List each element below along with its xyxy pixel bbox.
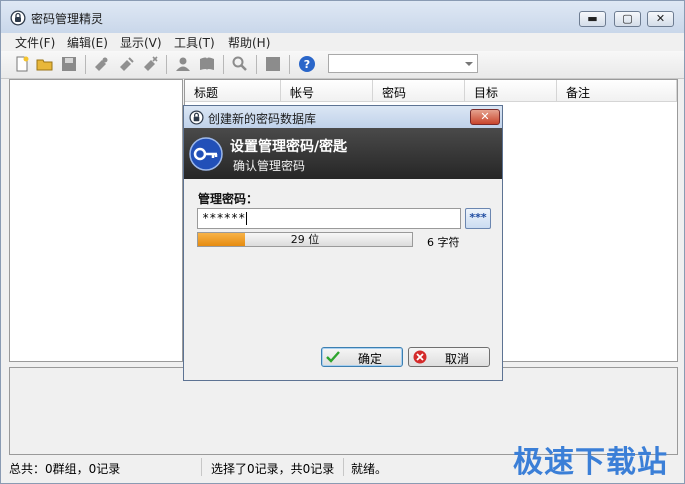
- dialog-close-button[interactable]: ✕: [470, 109, 500, 125]
- close-button[interactable]: ✕: [647, 11, 674, 27]
- menu-file[interactable]: 文件(F): [15, 34, 55, 51]
- column-header-account[interactable]: 帐号: [281, 80, 373, 102]
- toolbar: ?: [1, 51, 684, 79]
- status-state-text: 就绪。: [351, 462, 388, 476]
- column-label: 备注: [566, 86, 591, 100]
- status-selection-text: 选择了0记录，共0记录: [211, 462, 335, 476]
- minimize-button[interactable]: ▬: [579, 11, 606, 27]
- password-value: ******: [202, 211, 246, 225]
- banner-title: 设置管理密码/密匙: [230, 139, 348, 155]
- menu-view[interactable]: 显示(V): [120, 34, 162, 51]
- column-label: 标题: [194, 86, 219, 100]
- add-entry-icon[interactable]: [92, 55, 110, 73]
- window-title: 密码管理精灵: [31, 12, 104, 26]
- status-summary-text: 总共：0群组，0记录: [9, 462, 121, 476]
- main-window: 密码管理精灵 ▬ ▢ ✕ 文件(F) 编辑(E) 显示(V) 工具(T) 帮助(…: [0, 0, 685, 484]
- user-icon[interactable]: [174, 55, 192, 73]
- status-summary: 总共：0群组，0记录: [1, 458, 202, 476]
- close-icon: ✕: [480, 110, 490, 123]
- cancel-label: 取消: [445, 352, 470, 366]
- menu-edit[interactable]: 编辑(E): [67, 34, 108, 51]
- dialog-title-bar: 创建新的密码数据库 ✕: [184, 106, 502, 128]
- create-database-dialog: 创建新的密码数据库 ✕ 设置管理密码/密匙 确认管理密码 管理密码： *****…: [183, 105, 503, 381]
- minimize-icon: ▬: [587, 12, 598, 25]
- quality-text: 29 位: [290, 233, 320, 246]
- help-icon[interactable]: ?: [298, 55, 316, 73]
- column-header-password[interactable]: 密码: [373, 80, 465, 102]
- column-label: 目标: [474, 86, 499, 100]
- password-input[interactable]: ******: [197, 208, 461, 229]
- column-header-title[interactable]: 标题: [185, 80, 281, 102]
- lock-icon: [189, 110, 204, 125]
- toolbar-separator: [223, 55, 224, 74]
- dialog-title: 创建新的密码数据库: [208, 112, 317, 126]
- dialog-banner: 设置管理密码/密匙 确认管理密码: [184, 128, 502, 179]
- close-icon: ✕: [655, 12, 666, 25]
- column-label: 密码: [382, 86, 407, 100]
- watermark: 极速下载站: [513, 445, 668, 480]
- status-state: 就绪。: [343, 458, 503, 476]
- key-icon: [189, 137, 223, 171]
- maximize-button[interactable]: ▢: [614, 11, 641, 27]
- show-password-button[interactable]: ***: [465, 208, 491, 229]
- quick-search-combo[interactable]: [328, 54, 478, 73]
- char-count: 6 字符: [427, 236, 460, 249]
- cancel-icon: [413, 350, 427, 364]
- menu-bar: 文件(F) 编辑(E) 显示(V) 工具(T) 帮助(H): [1, 33, 684, 51]
- delete-entry-icon[interactable]: [141, 55, 159, 73]
- toolbar-separator: [289, 55, 290, 74]
- new-file-icon[interactable]: [13, 55, 31, 73]
- maximize-icon: ▢: [622, 12, 633, 25]
- lock-icon: [10, 10, 26, 26]
- group-tree[interactable]: [9, 79, 183, 362]
- toolbar-separator: [85, 55, 86, 74]
- text-caret: [246, 212, 248, 225]
- search-icon[interactable]: [231, 55, 249, 73]
- column-header-target[interactable]: 目标: [465, 80, 557, 102]
- menu-tools[interactable]: 工具(T): [174, 34, 215, 51]
- title-bar: 密码管理精灵 ▬ ▢ ✕: [1, 1, 684, 33]
- banner-subtitle: 确认管理密码: [233, 159, 306, 173]
- menu-help[interactable]: 帮助(H): [228, 34, 270, 51]
- save-icon[interactable]: [60, 55, 78, 73]
- edit-entry-icon[interactable]: [117, 55, 135, 73]
- open-folder-icon[interactable]: [36, 55, 54, 73]
- chevron-down-icon: [465, 62, 473, 66]
- column-header-notes[interactable]: 备注: [557, 80, 677, 102]
- password-quality-bar: 29 位: [197, 232, 413, 247]
- lock-db-icon[interactable]: [264, 55, 282, 73]
- cancel-button[interactable]: 取消: [408, 347, 490, 367]
- checkmark-icon: [326, 351, 340, 363]
- svg-text:?: ?: [304, 58, 310, 71]
- ok-button[interactable]: 确定: [321, 347, 403, 367]
- ok-label: 确定: [358, 352, 383, 366]
- toolbar-separator: [166, 55, 167, 74]
- status-selection: 选择了0记录，共0记录: [203, 458, 344, 476]
- book-icon[interactable]: [198, 55, 216, 73]
- toolbar-separator: [256, 55, 257, 74]
- password-label: 管理密码：: [198, 192, 259, 206]
- column-label: 帐号: [290, 86, 315, 100]
